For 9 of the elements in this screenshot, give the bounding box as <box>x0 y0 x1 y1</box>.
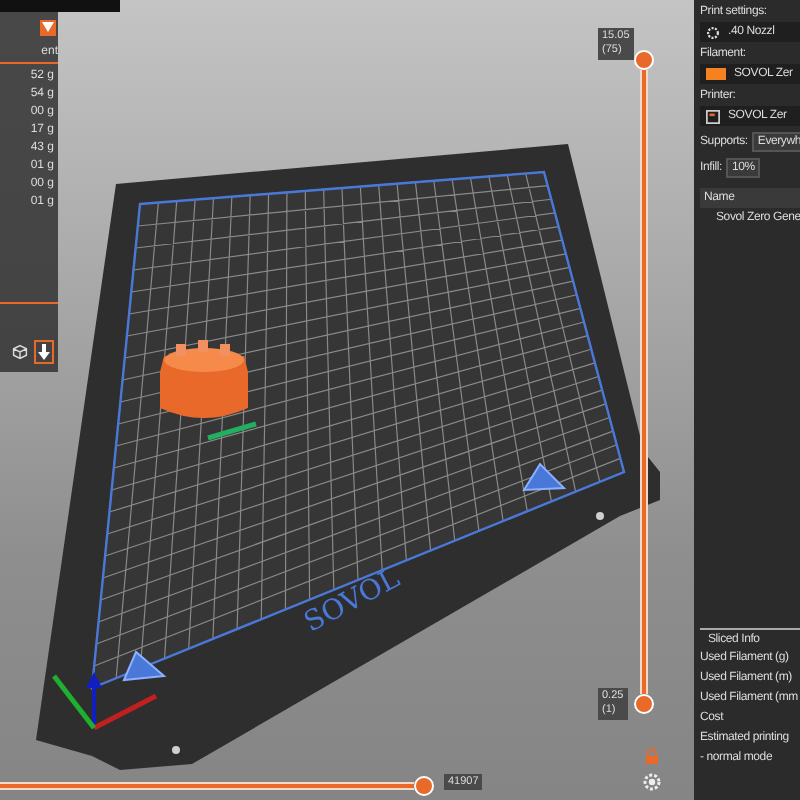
cube-icon[interactable] <box>12 344 28 360</box>
settings-icon[interactable] <box>642 772 662 792</box>
slider-thumb[interactable] <box>634 50 654 70</box>
download-button[interactable] <box>34 340 54 364</box>
slider-thumb[interactable] <box>414 776 434 796</box>
gear-icon <box>706 25 720 39</box>
dropdown-arrow-icon[interactable] <box>40 19 56 35</box>
slider-thumb[interactable] <box>634 694 654 714</box>
printer-icon <box>706 109 720 123</box>
